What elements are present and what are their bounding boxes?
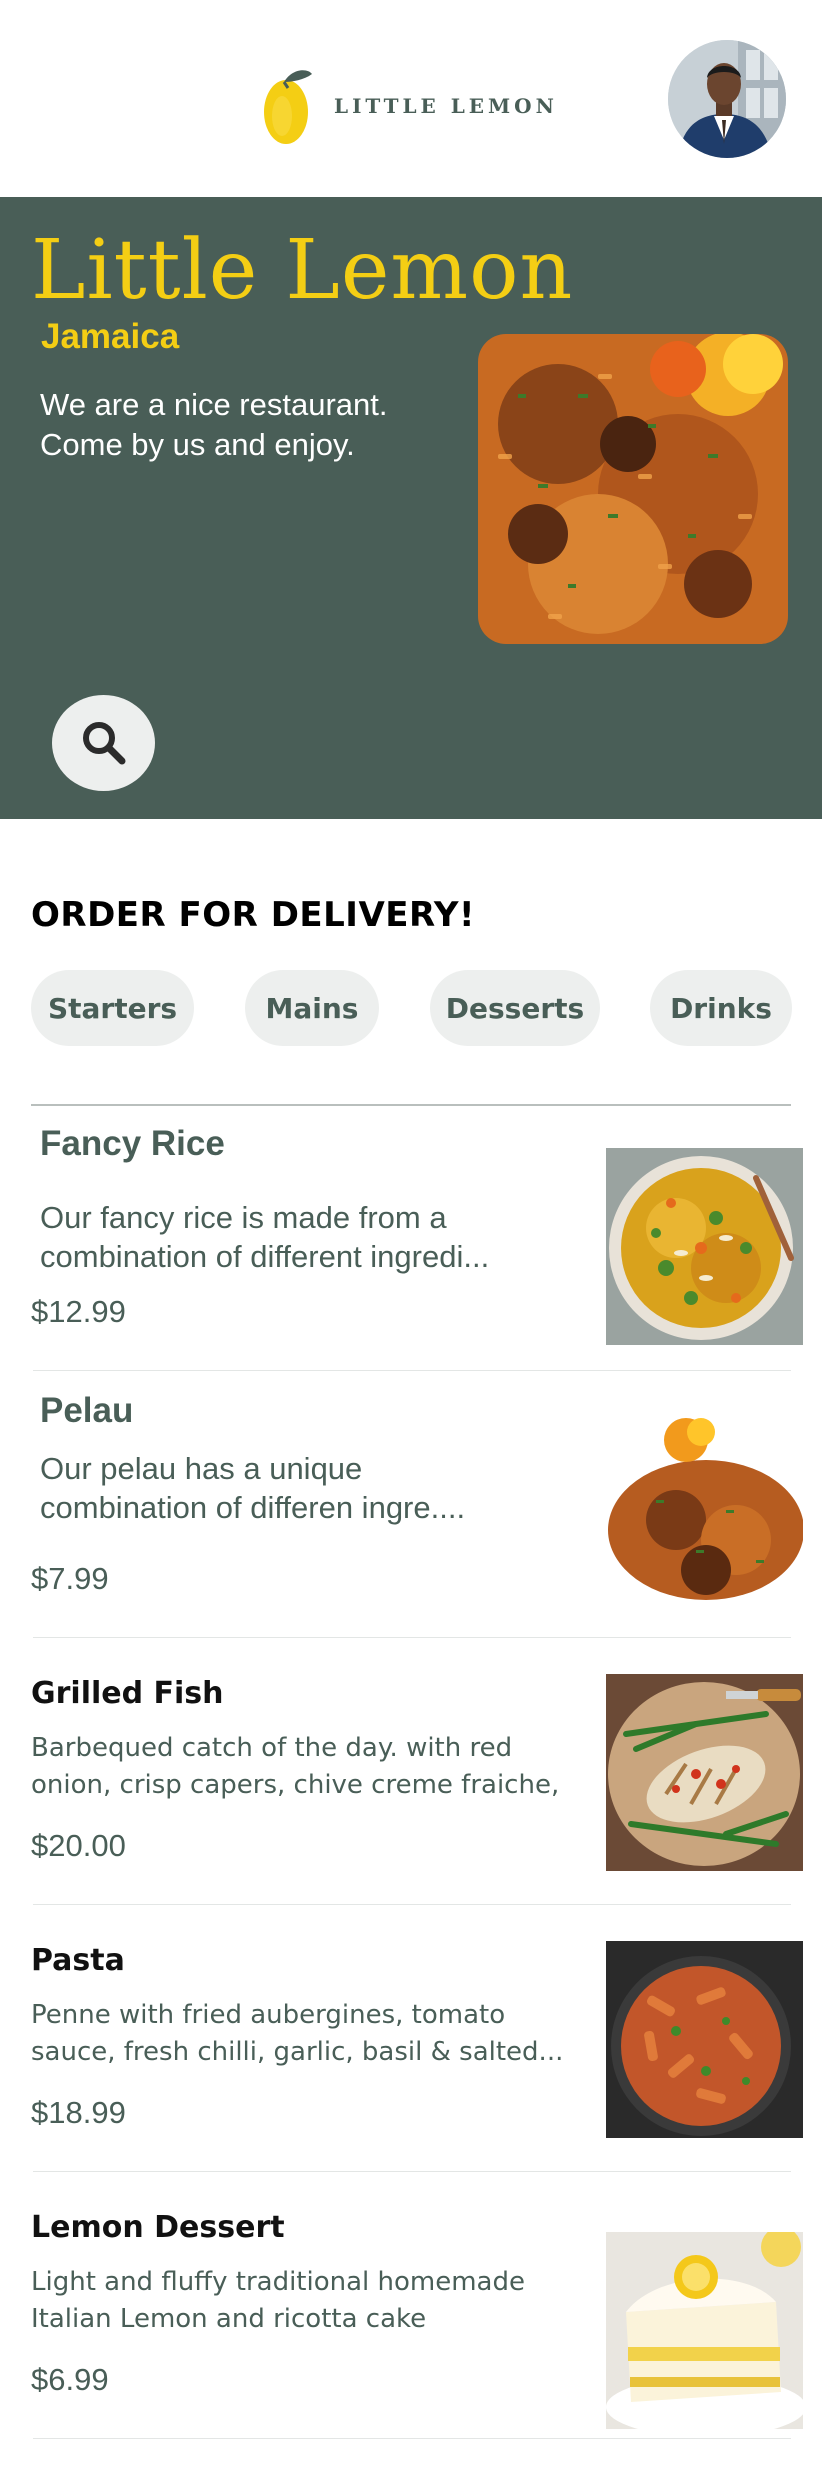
logo-text: LITTLE LEMON <box>334 94 558 118</box>
menu-item-description-line: Penne with fried aubergines, tomato <box>31 2000 506 2030</box>
menu-item-price: $7.99 <box>31 1561 109 1596</box>
menu-item-description-line: Our pelau has a unique <box>40 1451 363 1486</box>
hero-title: Little Lemon <box>31 223 574 318</box>
logo: LITTLE LEMON <box>262 66 558 146</box>
avatar-photo <box>668 40 786 158</box>
hero-banner: Little Lemon Jamaica We are a nice resta… <box>0 197 822 819</box>
order-title: ORDER FOR DELIVERY! <box>31 895 475 935</box>
menu-item-description: Our fancy rice is made from a combinatio… <box>40 1198 610 1276</box>
menu-item[interactable]: Pelau Our pelau has a unique combination… <box>0 1371 822 1637</box>
menu-item-price: $6.99 <box>31 2362 109 2397</box>
menu-item-description: Light and fluffy traditional homemade It… <box>31 2264 601 2338</box>
menu-item-description-line: Barbequed catch of the day. with red <box>31 1733 513 1763</box>
menu-item[interactable]: Pasta Penne with fried aubergines, tomat… <box>0 1905 822 2171</box>
menu-item-description-line: combination of different ingredi... <box>40 1239 490 1274</box>
profile-avatar[interactable] <box>668 40 786 158</box>
menu-item-name: Fancy Rice <box>40 1124 225 1163</box>
menu-item[interactable]: Fancy Rice Our fancy rice is made from a… <box>0 1106 822 1370</box>
category-desserts[interactable]: Desserts <box>430 970 600 1046</box>
lemon-dessert-image <box>606 2232 803 2429</box>
menu-item-description: Penne with fried aubergines, tomato sauc… <box>31 1997 601 2071</box>
category-starters[interactable]: Starters <box>31 970 194 1046</box>
category-drinks[interactable]: Drinks <box>650 970 792 1046</box>
menu-item-price: $12.99 <box>31 1294 126 1329</box>
menu-item-description-line: onion, crisp capers, chive creme fraiche… <box>31 1770 560 1800</box>
hero-description-line: Come by us and enjoy. <box>40 427 355 462</box>
lemon-logo-icon <box>264 70 312 144</box>
search-button[interactable] <box>52 695 155 791</box>
pasta-image <box>606 1941 803 2138</box>
menu-item-description: Our pelau has a unique combination of di… <box>40 1449 610 1527</box>
menu-item[interactable]: Lemon Dessert Light and fluffy tradition… <box>0 2172 822 2438</box>
menu-item-price: $20.00 <box>31 1828 126 1863</box>
app-header: LITTLE LEMON <box>0 0 822 197</box>
menu-item-description-line: Our fancy rice is made from a <box>40 1200 447 1235</box>
menu-item-name: Lemon Dessert <box>31 2210 285 2245</box>
menu-item-description-line: Italian Lemon and ricotta cake <box>31 2304 427 2334</box>
category-mains[interactable]: Mains <box>245 970 379 1046</box>
menu-item-description-line: combination of differen ingre.... <box>40 1490 466 1525</box>
pelau-image <box>606 1410 803 1607</box>
fancy-rice-image <box>606 1148 803 1345</box>
menu-item[interactable]: Grilled Fish Barbequed catch of the day.… <box>0 1638 822 1904</box>
menu-item-name: Pelau <box>40 1391 134 1430</box>
menu-item-name: Pasta <box>31 1943 125 1978</box>
grilled-fish-image <box>606 1674 803 1871</box>
menu-item-description-line: Light and fluffy traditional homemade <box>31 2267 525 2297</box>
menu-item-name: Grilled Fish <box>31 1676 224 1711</box>
search-icon <box>82 722 125 765</box>
menu-item-price: $18.99 <box>31 2095 126 2130</box>
hero-description: We are a nice restaurant. Come by us and… <box>40 385 460 465</box>
hero-city: Jamaica <box>41 317 180 356</box>
menu-divider <box>33 2438 791 2439</box>
menu-item-description: Barbequed catch of the day. with red oni… <box>31 1730 601 1804</box>
hero-description-line: We are a nice restaurant. <box>40 387 388 422</box>
pelau-dish-image <box>478 334 788 644</box>
menu-item-description-line: sauce, fresh chilli, garlic, basil & sal… <box>31 2037 564 2067</box>
